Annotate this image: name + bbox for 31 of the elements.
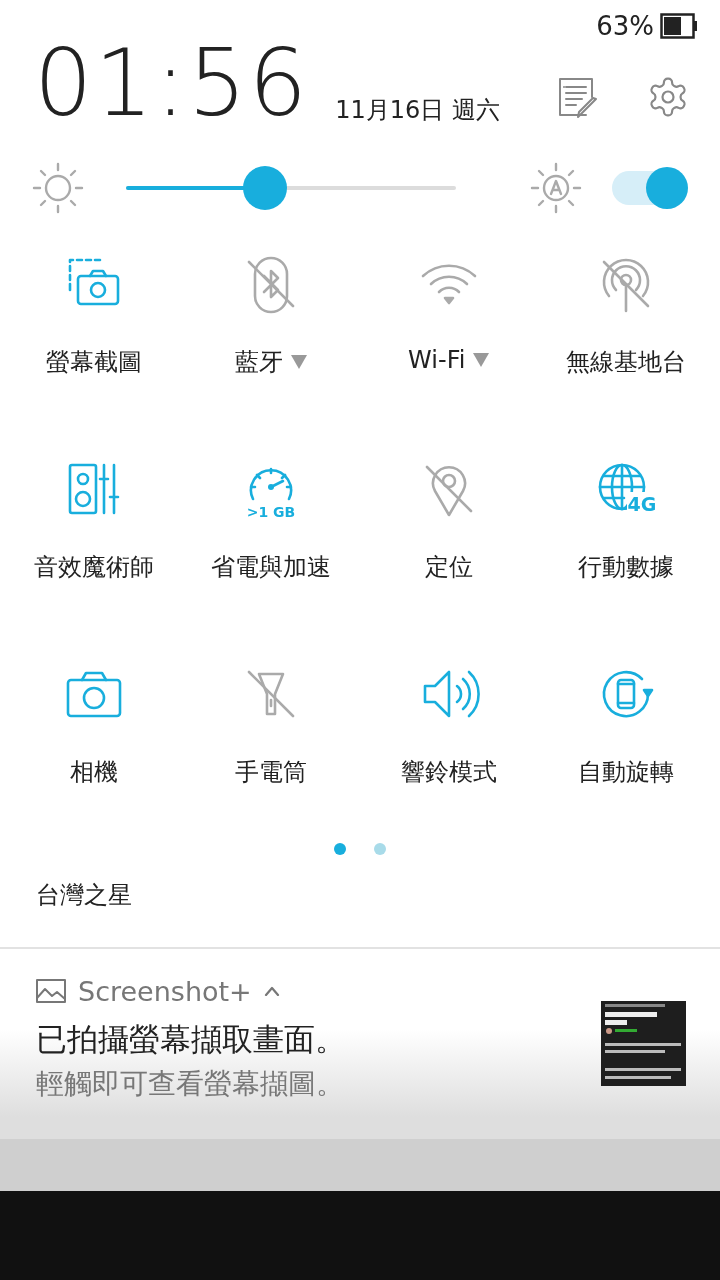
tile-label[interactable]: 相機 [69, 756, 118, 788]
edit-list-icon[interactable] [556, 75, 600, 119]
tile-label[interactable]: 藍牙 [235, 346, 284, 378]
auto-brightness-icon [530, 162, 582, 214]
slider-thumb[interactable] [242, 166, 287, 210]
tile-label[interactable]: 省電與加速 [211, 551, 332, 583]
battery-icon [660, 13, 698, 39]
auto-brightness-switch[interactable] [612, 167, 688, 209]
app-name: Screenshot+ [78, 975, 252, 1007]
brightness-icon [32, 162, 84, 214]
notification-text: 輕觸即可查看螢幕擷圖。 [36, 1066, 345, 1102]
battery-percentage: 63% [596, 11, 654, 41]
tile-label[interactable]: 螢幕截圖 [45, 346, 142, 378]
date-text: 11月16日 週六 [335, 95, 500, 126]
image-icon [36, 979, 66, 1003]
tile-label[interactable]: 自動旋轉 [578, 756, 675, 788]
tile-label[interactable]: 定位 [424, 551, 473, 583]
tile-label[interactable]: 手電筒 [235, 756, 308, 788]
notification-title: 已拍攝螢幕擷取畫面。 [36, 1020, 347, 1059]
tile-label[interactable]: 響鈴模式 [400, 756, 497, 788]
page-dot[interactable] [334, 843, 346, 855]
tile-label[interactable]: 音效魔術師 [33, 551, 154, 583]
tile-label[interactable]: Wi-Fi [408, 346, 466, 374]
collapse-caret-icon[interactable] [263, 986, 280, 996]
tile-label[interactable]: 行動數據 [578, 551, 675, 583]
dropdown-icon[interactable] [291, 355, 308, 369]
dropdown-icon[interactable] [473, 353, 490, 367]
page-dot[interactable] [374, 843, 386, 855]
clock-time: 01:56 [34, 38, 310, 130]
carrier-name: 台灣之星 [36, 881, 132, 909]
tile-label[interactable]: 無線基地台 [566, 346, 687, 378]
